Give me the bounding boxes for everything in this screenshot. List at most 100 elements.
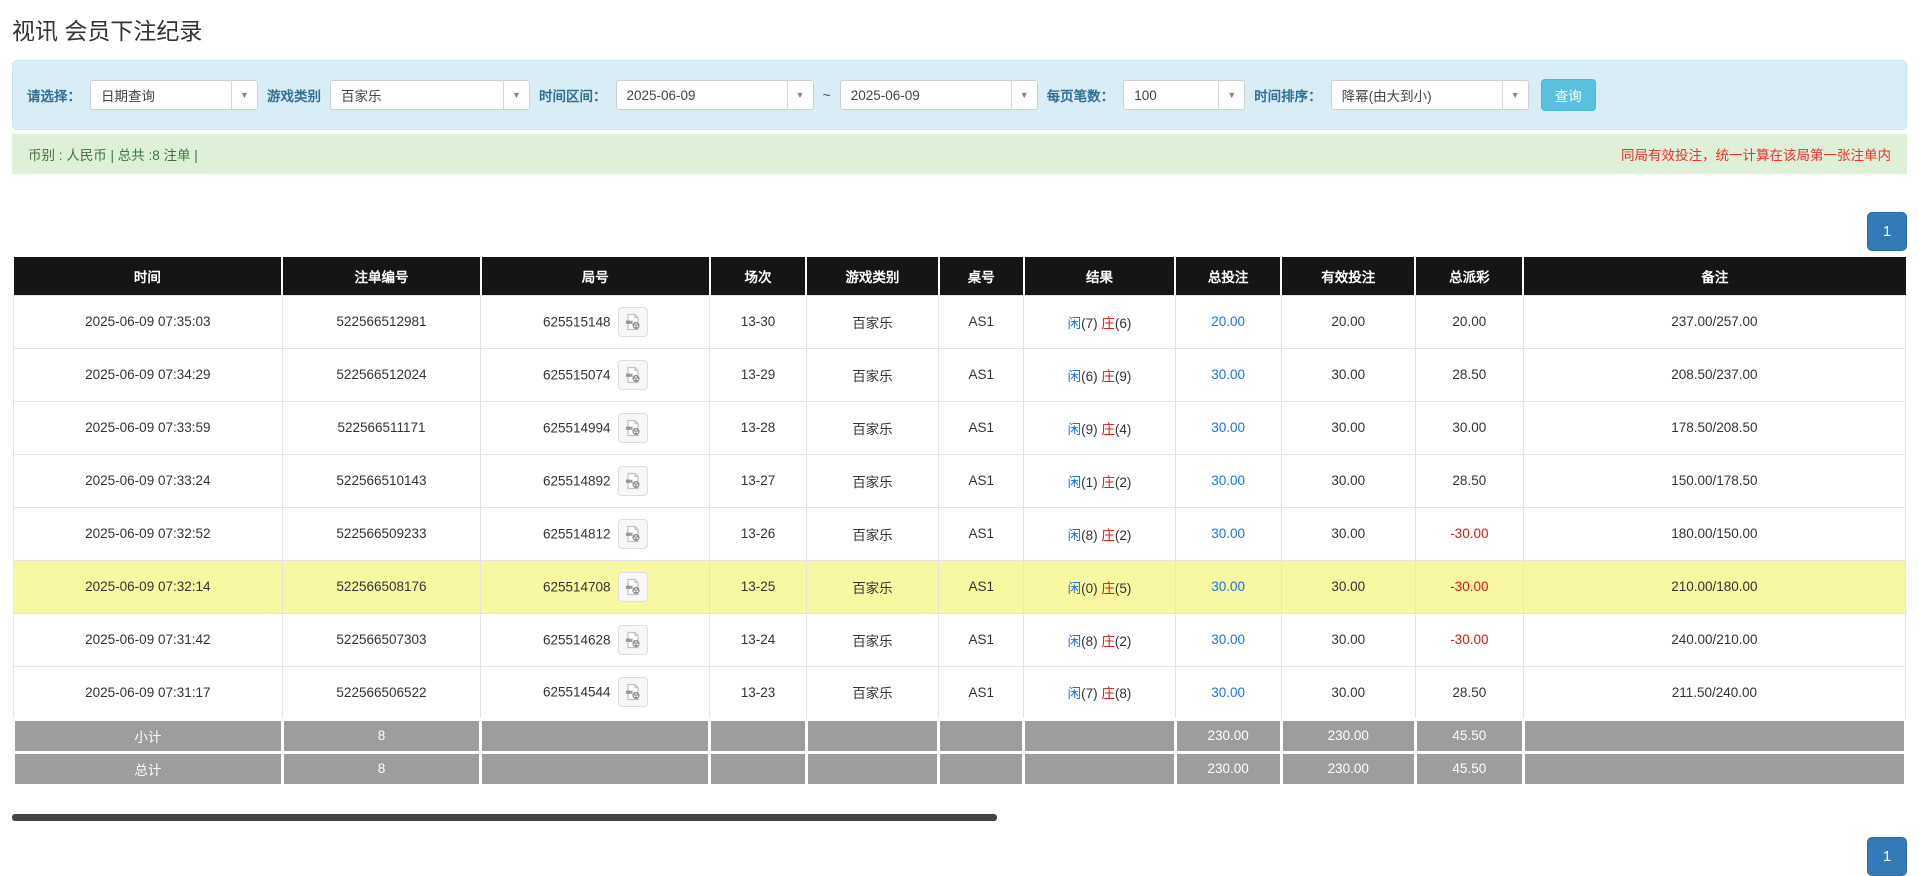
game-type-label: 游戏类别 <box>267 85 321 105</box>
betting-records-table: 时间 注单编号 局号 场次 游戏类别 桌号 结果 总投注 有效投注 总派彩 备注… <box>12 257 1907 787</box>
search-button[interactable]: 查询 <box>1541 79 1596 111</box>
page-size-dropdown[interactable]: 100 ▼ <box>1123 80 1245 110</box>
total-bet-cell: 20.00 <box>1175 295 1281 348</box>
summary-valid-bet-cell: 230.00 <box>1281 719 1415 752</box>
video-replay-icon[interactable] <box>618 413 648 443</box>
col-header-time: 时间 <box>14 257 283 295</box>
result-player-label: 闲 <box>1068 422 1082 437</box>
total-bet-cell: 30.00 <box>1175 454 1281 507</box>
video-replay-icon[interactable] <box>618 519 648 549</box>
col-header-valid-bet: 有效投注 <box>1281 257 1415 295</box>
round-id-cell: 625514892 <box>481 454 710 507</box>
date-from-value: 2025-06-09 <box>617 81 787 109</box>
col-header-session: 场次 <box>710 257 806 295</box>
valid-bet-cell: 30.00 <box>1281 401 1415 454</box>
summary-empty-cell <box>1024 719 1175 752</box>
video-replay-icon[interactable] <box>618 360 648 390</box>
summary-payout-cell: 45.50 <box>1415 752 1523 785</box>
remark-cell: 180.00/150.00 <box>1523 507 1905 560</box>
total-bet-link[interactable]: 30.00 <box>1211 685 1245 700</box>
round-id: 625515148 <box>543 314 611 329</box>
caret-down-icon[interactable]: ▼ <box>1011 81 1037 109</box>
total-bet-link[interactable]: 30.00 <box>1211 632 1245 647</box>
video-replay-icon[interactable] <box>618 307 648 337</box>
col-header-round-id: 局号 <box>481 257 710 295</box>
payout-cell: -30.00 <box>1415 613 1523 666</box>
result-cell: 闲(8) 庄(2) <box>1024 507 1175 560</box>
result-banker-score: (2) <box>1115 475 1132 490</box>
page-1-button-bottom[interactable]: 1 <box>1867 837 1907 876</box>
col-header-remark: 备注 <box>1523 257 1905 295</box>
result-banker-score: (2) <box>1115 634 1132 649</box>
result-player-score: (9) <box>1081 422 1101 437</box>
bet-id-cell: 522566509233 <box>282 507 481 560</box>
video-replay-icon[interactable] <box>618 677 648 707</box>
total-bet-link[interactable]: 30.00 <box>1211 367 1245 382</box>
sort-order-value: 降幂(由大到小) <box>1332 81 1502 109</box>
session-cell: 13-24 <box>710 613 806 666</box>
total-bet-link[interactable]: 20.00 <box>1211 314 1245 329</box>
total-bet-cell: 30.00 <box>1175 401 1281 454</box>
bet-time-cell: 2025-06-09 07:33:24 <box>14 454 283 507</box>
bet-id-cell: 522566510143 <box>282 454 481 507</box>
total-bet-cell: 30.00 <box>1175 560 1281 613</box>
summary-total-bet-cell: 230.00 <box>1175 719 1281 752</box>
round-id-cell: 625514544 <box>481 666 710 719</box>
payout-cell: 20.00 <box>1415 295 1523 348</box>
page-size-label: 每页笔数： <box>1047 85 1115 105</box>
round-id-cell: 625514708 <box>481 560 710 613</box>
query-mode-dropdown[interactable]: 日期查询 ▼ <box>90 80 258 110</box>
table-row: 2025-06-09 07:34:29522566512024625515074… <box>14 348 1906 401</box>
video-replay-icon[interactable] <box>618 625 648 655</box>
result-banker-score: (6) <box>1115 316 1132 331</box>
horizontal-scrollbar-thumb[interactable] <box>12 814 997 821</box>
bet-time-cell: 2025-06-09 07:32:14 <box>14 560 283 613</box>
video-replay-icon[interactable] <box>618 466 648 496</box>
result-banker-label: 庄 <box>1101 634 1115 649</box>
result-cell: 闲(8) 庄(2) <box>1024 613 1175 666</box>
table-row: 2025-06-09 07:33:59522566511171625514994… <box>14 401 1906 454</box>
date-to-picker[interactable]: 2025-06-09 ▼ <box>840 80 1038 110</box>
result-player-score: (8) <box>1081 634 1101 649</box>
total-bet-link[interactable]: 30.00 <box>1211 420 1245 435</box>
result-player-label: 闲 <box>1068 369 1082 384</box>
session-cell: 13-28 <box>710 401 806 454</box>
summary-total-bet-cell: 230.00 <box>1175 752 1281 785</box>
result-banker-label: 庄 <box>1101 528 1115 543</box>
caret-down-icon[interactable]: ▼ <box>503 81 529 109</box>
result-banker-score: (8) <box>1115 686 1132 701</box>
result-player-label: 闲 <box>1068 634 1082 649</box>
game-type-cell: 百家乐 <box>806 560 938 613</box>
result-banker-score: (9) <box>1115 369 1132 384</box>
sort-order-dropdown[interactable]: 降幂(由大到小) ▼ <box>1331 80 1529 110</box>
valid-bet-cell: 30.00 <box>1281 666 1415 719</box>
table-no-cell: AS1 <box>939 560 1024 613</box>
sort-order-label: 时间排序： <box>1254 85 1322 105</box>
table-no-cell: AS1 <box>939 295 1024 348</box>
total-bet-link[interactable]: 30.00 <box>1211 579 1245 594</box>
total-bet-link[interactable]: 30.00 <box>1211 473 1245 488</box>
result-player-score: (0) <box>1081 581 1101 596</box>
payout-cell: -30.00 <box>1415 507 1523 560</box>
round-id-cell: 625514628 <box>481 613 710 666</box>
col-header-table-no: 桌号 <box>939 257 1024 295</box>
date-from-picker[interactable]: 2025-06-09 ▼ <box>616 80 814 110</box>
video-replay-icon[interactable] <box>618 572 648 602</box>
bet-id-cell: 522566507303 <box>282 613 481 666</box>
bet-time-cell: 2025-06-09 07:35:03 <box>14 295 283 348</box>
pagination-top: 1 <box>12 212 1907 251</box>
caret-down-icon[interactable]: ▼ <box>787 81 813 109</box>
total-bet-link[interactable]: 30.00 <box>1211 526 1245 541</box>
valid-bet-cell: 30.00 <box>1281 348 1415 401</box>
page-1-button[interactable]: 1 <box>1867 212 1907 251</box>
summary-bar: 币别 : 人民币 | 总共 :8 注单 | 同局有效投注，统一计算在该局第一张注… <box>12 134 1907 174</box>
caret-down-icon[interactable]: ▼ <box>1502 81 1528 109</box>
game-type-dropdown[interactable]: 百家乐 ▼ <box>330 80 530 110</box>
caret-down-icon[interactable]: ▼ <box>231 81 257 109</box>
game-type-cell: 百家乐 <box>806 666 938 719</box>
game-type-value: 百家乐 <box>331 81 503 109</box>
session-cell: 13-27 <box>710 454 806 507</box>
game-type-cell: 百家乐 <box>806 295 938 348</box>
caret-down-icon[interactable]: ▼ <box>1218 81 1244 109</box>
summary-empty-cell <box>939 719 1024 752</box>
